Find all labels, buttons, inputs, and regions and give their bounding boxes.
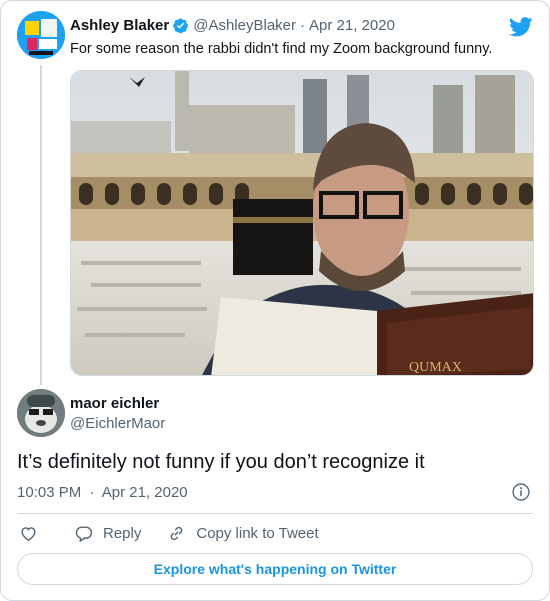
parent-tweet-text: For some reason the rabbi didn't find my… [70,41,493,57]
reply-label: Reply [103,524,142,542]
tweet-timestamp[interactable]: 10:03 PM · Apr 21, 2020 [17,484,188,501]
link-icon [170,526,183,540]
reply-button[interactable]: Reply [74,524,141,543]
verified-badge-icon [173,18,189,34]
main-tweet-text: It’s definitely not funny if you don’t r… [17,451,425,473]
main-avatar[interactable] [17,389,65,437]
parent-author-name[interactable]: Ashley Blaker [70,17,169,34]
meta-separator: · [89,484,95,501]
tweet-media-image[interactable]: QUMAX [70,70,534,376]
copy-link-button[interactable]: Copy link to Tweet [167,524,319,543]
embedded-tweet-card: Ashley Blaker @AshleyBlaker · Apr 21, 20… [0,0,550,601]
parent-avatar[interactable] [17,11,65,59]
main-author-name[interactable]: maor eichler [70,395,159,412]
parent-tweet-header: Ashley Blaker @AshleyBlaker · Apr 21, 20… [70,17,395,34]
twitter-bird-icon[interactable] [509,17,533,37]
copy-link-label: Copy link to Tweet [196,524,319,542]
info-icon[interactable] [511,482,531,502]
book-cover-text: QUMAX [409,360,462,375]
tweet-actions-bar: Reply Copy link to Tweet [19,522,345,544]
main-handle[interactable]: @EichlerMaor [70,415,165,432]
zoom-background-photo: QUMAX [71,71,533,375]
thread-connector-line [40,65,42,385]
parent-date[interactable]: Apr 21, 2020 [309,17,395,34]
parent-handle[interactable]: @AshleyBlaker [193,17,296,34]
header-separator: · [300,17,306,34]
actions-divider [17,513,533,514]
reply-icon [75,525,93,542]
parent-tweet: Ashley Blaker @AshleyBlaker · Apr 21, 20… [17,11,537,385]
like-button[interactable] [19,524,48,543]
heart-icon [21,526,36,541]
explore-twitter-button[interactable]: Explore what's happening on Twitter [17,553,533,585]
tweet-date: Apr 21, 2020 [101,484,188,501]
tweet-time: 10:03 PM [17,484,82,501]
